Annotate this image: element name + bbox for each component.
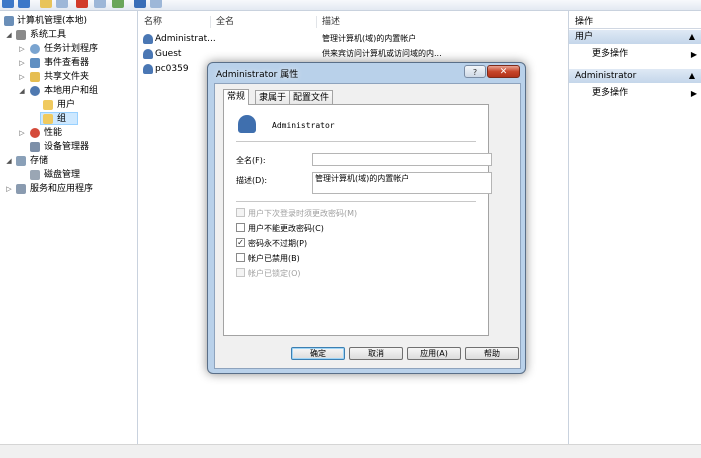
- fullname-label: 全名(F):: [236, 156, 266, 165]
- separator: [236, 201, 476, 202]
- expand-arrow-icon[interactable]: ▷: [18, 57, 26, 70]
- help-icon[interactable]: [134, 0, 146, 8]
- tab-panel-general: Administrator 全名(F): 描述(D): 管理计算机(域)的内置帐…: [223, 104, 492, 336]
- event-viewer-icon: [30, 58, 40, 68]
- password-never-expires-label: 密码永不过期(P): [248, 239, 308, 248]
- separator: [236, 141, 476, 142]
- list-header: 名称 全名 描述: [138, 15, 568, 29]
- tree-item-device-manager[interactable]: 设备管理器: [0, 141, 137, 154]
- help-dialog-button[interactable]: 帮助: [465, 347, 519, 360]
- tools-icon: [16, 30, 26, 40]
- tree-item-storage[interactable]: ◢ 存储: [0, 155, 137, 168]
- tab-general[interactable]: 常规: [223, 89, 250, 105]
- help-button[interactable]: ?: [464, 65, 486, 78]
- account-disabled-checkbox[interactable]: [236, 253, 245, 262]
- clock-icon: [30, 44, 40, 54]
- list-item[interactable]: Administrat... 管理计算机(域)的内置帐户: [138, 32, 568, 46]
- forward-icon[interactable]: [18, 0, 30, 8]
- must-change-password-label: 用户下次登录时须更改密码(M): [248, 209, 358, 218]
- column-header-fullname[interactable]: 全名: [216, 15, 234, 29]
- account-disabled-label: 帐户已禁用(B): [248, 254, 300, 263]
- refresh-icon[interactable]: [112, 0, 124, 8]
- user-icon: [143, 64, 153, 74]
- collapse-icon[interactable]: ▲: [689, 30, 695, 44]
- folder-icon: [43, 100, 53, 110]
- submenu-arrow-icon: ▶: [690, 50, 697, 59]
- description-label: 描述(D):: [236, 176, 268, 185]
- shared-folder-icon: [30, 72, 40, 82]
- cannot-change-password-checkbox[interactable]: [236, 223, 245, 232]
- toolbar: [0, 0, 701, 11]
- delete-icon[interactable]: [76, 0, 88, 8]
- tab-member-of[interactable]: 隶属于: [255, 90, 291, 104]
- show-tree-icon[interactable]: [56, 0, 68, 8]
- column-header-name[interactable]: 名称: [144, 15, 162, 29]
- collapse-arrow-icon[interactable]: ◢: [18, 85, 26, 98]
- ok-button[interactable]: 确定: [291, 347, 345, 360]
- back-icon[interactable]: [2, 0, 14, 8]
- user-avatar-icon: [238, 115, 256, 133]
- collapse-arrow-icon[interactable]: ◢: [5, 155, 13, 168]
- account-locked-label: 帐户已锁定(O): [248, 269, 301, 278]
- computer-icon: [4, 16, 14, 26]
- tree-item-system-tools[interactable]: ◢ 系统工具: [0, 29, 137, 42]
- column-divider[interactable]: [210, 16, 211, 28]
- tree-item-event-viewer[interactable]: ▷ 事件查看器: [0, 57, 137, 70]
- tree-item-disk-management[interactable]: 磁盘管理: [0, 169, 137, 182]
- tree-item-services-applications[interactable]: ▷ 服务和应用程序: [0, 183, 137, 196]
- tree-item-users[interactable]: 用户: [0, 99, 137, 112]
- user-icon: [143, 34, 153, 44]
- column-divider[interactable]: [316, 16, 317, 28]
- view-icon[interactable]: [150, 0, 162, 8]
- performance-icon: [30, 128, 40, 138]
- status-bar: [0, 444, 701, 458]
- action-more-actions[interactable]: 更多操作 ▶: [592, 87, 697, 100]
- cannot-change-password-label: 用户不能更改密码(C): [248, 224, 324, 233]
- device-manager-icon: [30, 142, 40, 152]
- tree-item-performance[interactable]: ▷ 性能: [0, 127, 137, 140]
- close-button[interactable]: ✕: [487, 65, 520, 78]
- expand-arrow-icon[interactable]: ▷: [18, 71, 26, 84]
- folder-icon: [43, 114, 53, 124]
- dialog-title: Administrator 属性: [216, 70, 299, 80]
- actions-pane: 操作 用户 ▲ 更多操作 ▶ Administrator ▲ 更多操作 ▶: [569, 11, 701, 444]
- apply-button[interactable]: 应用(A): [407, 347, 461, 360]
- collapse-icon[interactable]: ▲: [689, 69, 695, 83]
- collapse-arrow-icon[interactable]: ◢: [5, 29, 13, 42]
- submenu-arrow-icon: ▶: [690, 89, 697, 98]
- tree-item-shared-folders[interactable]: ▷ 共享文件夹: [0, 71, 137, 84]
- expand-arrow-icon[interactable]: ▷: [18, 43, 26, 56]
- actions-title: 操作: [569, 15, 701, 29]
- expand-arrow-icon[interactable]: ▷: [18, 127, 26, 140]
- cancel-button[interactable]: 取消: [349, 347, 403, 360]
- action-more-actions[interactable]: 更多操作 ▶: [592, 48, 697, 61]
- dialog-body: 常规 隶属于 配置文件 Administrator 全名(F): 描述(D): …: [214, 83, 521, 369]
- storage-icon: [16, 156, 26, 166]
- tree-item-groups[interactable]: 组: [0, 113, 137, 126]
- actions-section-header[interactable]: 用户 ▲: [569, 30, 701, 44]
- user-icon: [143, 49, 153, 59]
- must-change-password-checkbox[interactable]: [236, 208, 245, 217]
- column-header-description[interactable]: 描述: [322, 15, 340, 29]
- fullname-field[interactable]: [312, 153, 492, 166]
- account-name: Administrator: [272, 121, 335, 130]
- tab-profile[interactable]: 配置文件: [289, 90, 334, 104]
- tree-item-computer-management[interactable]: 计算机管理(本地): [0, 15, 137, 28]
- up-folder-icon[interactable]: [40, 0, 52, 8]
- properties-icon[interactable]: [94, 0, 106, 8]
- navigation-tree: 计算机管理(本地) ◢ 系统工具 ▷ 任务计划程序 ▷ 事件查看器 ▷ 共享文件…: [0, 11, 138, 444]
- actions-section-header[interactable]: Administrator ▲: [569, 69, 701, 83]
- tree-item-task-scheduler[interactable]: ▷ 任务计划程序: [0, 43, 137, 56]
- services-icon: [16, 184, 26, 194]
- tree-item-local-users-groups[interactable]: ◢ 本地用户和组: [0, 85, 137, 98]
- list-item[interactable]: Guest 供来宾访问计算机或访问域的内...: [138, 47, 568, 61]
- expand-arrow-icon[interactable]: ▷: [5, 183, 13, 196]
- users-icon: [30, 86, 40, 96]
- disk-icon: [30, 170, 40, 180]
- account-locked-checkbox[interactable]: [236, 268, 245, 277]
- password-never-expires-checkbox[interactable]: ✓: [236, 238, 245, 247]
- properties-dialog: Administrator 属性 ? ✕ 常规 隶属于 配置文件 Adminis…: [207, 62, 526, 374]
- description-field[interactable]: 管理计算机(域)的内置帐户: [312, 172, 492, 194]
